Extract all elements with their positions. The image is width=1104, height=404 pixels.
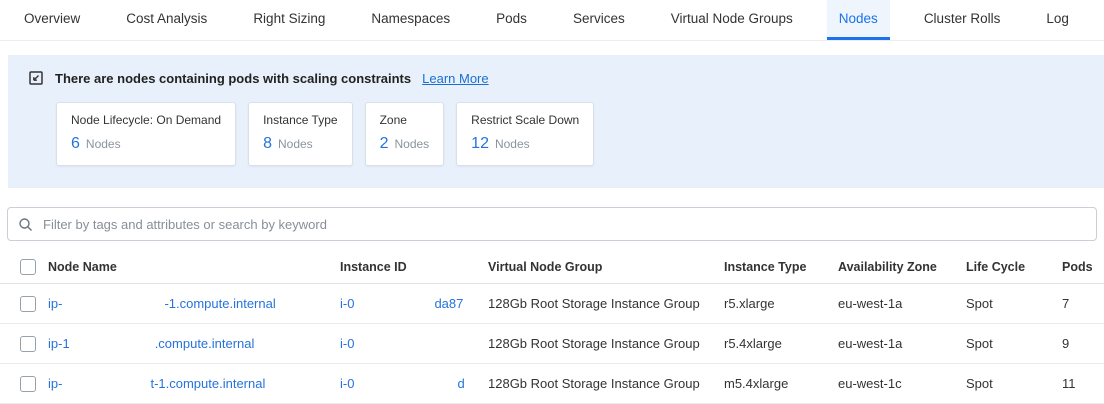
card-title: Node Lifecycle: On Demand xyxy=(71,113,221,127)
table-row: ip-1 .compute.internal i-0 128Gb Root Sto… xyxy=(0,324,1104,364)
column-header-life-cycle[interactable]: Life Cycle xyxy=(966,260,1062,274)
filter-bar[interactable] xyxy=(7,207,1097,241)
availability-zone-cell: eu-west-1a xyxy=(838,336,966,351)
column-header-availability-zone[interactable]: Availability Zone xyxy=(838,260,966,274)
constraint-cards: Node Lifecycle: On Demand 6 Nodes Instan… xyxy=(56,102,1084,166)
virtual-node-group-cell: 128Gb Root Storage Instance Group xyxy=(488,336,724,351)
card-count: 6 xyxy=(71,135,80,153)
card-count: 2 xyxy=(380,135,389,153)
tab-namespaces[interactable]: Namespaces xyxy=(359,0,462,40)
pods-cell: 9 xyxy=(1062,336,1104,351)
card-title: Restrict Scale Down xyxy=(471,113,579,127)
card-title: Zone xyxy=(380,113,430,127)
card-unit: Nodes xyxy=(495,137,530,151)
tab-log[interactable]: Log xyxy=(1034,0,1081,40)
tab-overview[interactable]: Overview xyxy=(12,0,92,40)
nodes-table: Node Name Instance ID Virtual Node Group… xyxy=(0,250,1104,404)
availability-zone-cell: eu-west-1c xyxy=(838,376,966,391)
row-checkbox[interactable] xyxy=(20,336,36,352)
card-unit: Nodes xyxy=(278,137,313,151)
instance-type-cell: r5.4xlarge xyxy=(724,336,838,351)
column-header-virtual-node-group[interactable]: Virtual Node Group xyxy=(488,260,724,274)
card-unit: Nodes xyxy=(86,137,121,151)
card-count: 8 xyxy=(263,135,272,153)
redacted-text xyxy=(62,387,150,388)
column-header-node-name[interactable]: Node Name xyxy=(48,260,340,274)
availability-zone-cell: eu-west-1a xyxy=(838,296,966,311)
tab-nodes[interactable]: Nodes xyxy=(827,0,890,40)
node-name-link[interactable]: ip- xyxy=(48,296,62,311)
instance-id-link[interactable]: i-0 xyxy=(340,336,354,351)
life-cycle-cell: Spot xyxy=(966,376,1062,391)
card-unit: Nodes xyxy=(394,137,429,151)
redacted-text xyxy=(354,387,457,388)
tab-bar: Overview Cost Analysis Right Sizing Name… xyxy=(0,0,1104,41)
redacted-text xyxy=(62,307,164,308)
row-checkbox[interactable] xyxy=(20,296,36,312)
tab-cluster-rolls[interactable]: Cluster Rolls xyxy=(912,0,1013,40)
card-title: Instance Type xyxy=(263,113,338,127)
node-name-link[interactable]: ip- xyxy=(48,376,62,391)
node-name-link[interactable]: t-1.compute.internal xyxy=(150,376,265,391)
instance-id-link[interactable]: da87 xyxy=(434,296,463,311)
column-header-pods[interactable]: Pods xyxy=(1062,260,1104,274)
tab-pods[interactable]: Pods xyxy=(484,0,539,40)
tab-cost-analysis[interactable]: Cost Analysis xyxy=(114,0,219,40)
card-instance-type[interactable]: Instance Type 8 Nodes xyxy=(248,102,353,166)
virtual-node-group-cell: 128Gb Root Storage Instance Group xyxy=(488,296,724,311)
pods-cell: 11 xyxy=(1062,376,1104,391)
table-header-row: Node Name Instance ID Virtual Node Group… xyxy=(0,250,1104,284)
node-name-link[interactable]: .compute.internal xyxy=(155,336,255,351)
instance-id-link[interactable]: i-0 xyxy=(340,296,354,311)
select-all-checkbox[interactable] xyxy=(20,259,36,275)
banner-message: There are nodes containing pods with sca… xyxy=(55,71,411,86)
virtual-node-group-cell: 128Gb Root Storage Instance Group xyxy=(488,376,724,391)
instance-type-cell: r5.xlarge xyxy=(724,296,838,311)
column-header-instance-id[interactable]: Instance ID xyxy=(340,260,488,274)
card-restrict-scale-down[interactable]: Restrict Scale Down 12 Nodes xyxy=(456,102,594,166)
redacted-text xyxy=(70,347,155,348)
scaling-constraints-banner: There are nodes containing pods with sca… xyxy=(8,55,1104,188)
column-header-instance-type[interactable]: Instance Type xyxy=(724,260,838,274)
card-count: 12 xyxy=(471,135,489,153)
table-row: ip- -1.compute.internal i-0 da87 128Gb Roo… xyxy=(0,284,1104,324)
table-row: ip-t-1.compute.internal i-0 d 128Gb Root … xyxy=(0,364,1104,404)
card-zone[interactable]: Zone 2 Nodes xyxy=(365,102,445,166)
card-node-lifecycle[interactable]: Node Lifecycle: On Demand 6 Nodes xyxy=(56,102,236,166)
life-cycle-cell: Spot xyxy=(966,296,1062,311)
redacted-text xyxy=(354,307,434,308)
node-name-link[interactable]: ip-1 xyxy=(48,336,70,351)
pods-cell: 7 xyxy=(1062,296,1104,311)
node-name-link[interactable]: -1.compute.internal xyxy=(164,296,275,311)
learn-more-link[interactable]: Learn More xyxy=(422,71,488,86)
row-checkbox[interactable] xyxy=(20,376,36,392)
tab-virtual-node-groups[interactable]: Virtual Node Groups xyxy=(659,0,805,40)
filter-input[interactable] xyxy=(41,216,1086,233)
life-cycle-cell: Spot xyxy=(966,336,1062,351)
tab-right-sizing[interactable]: Right Sizing xyxy=(241,0,337,40)
search-icon xyxy=(18,217,33,232)
instance-id-link[interactable]: i-0 xyxy=(340,376,354,391)
instance-type-cell: m5.4xlarge xyxy=(724,376,838,391)
instance-id-link[interactable]: d xyxy=(457,376,464,391)
scaling-constraint-icon xyxy=(28,70,44,86)
tab-services[interactable]: Services xyxy=(561,0,637,40)
